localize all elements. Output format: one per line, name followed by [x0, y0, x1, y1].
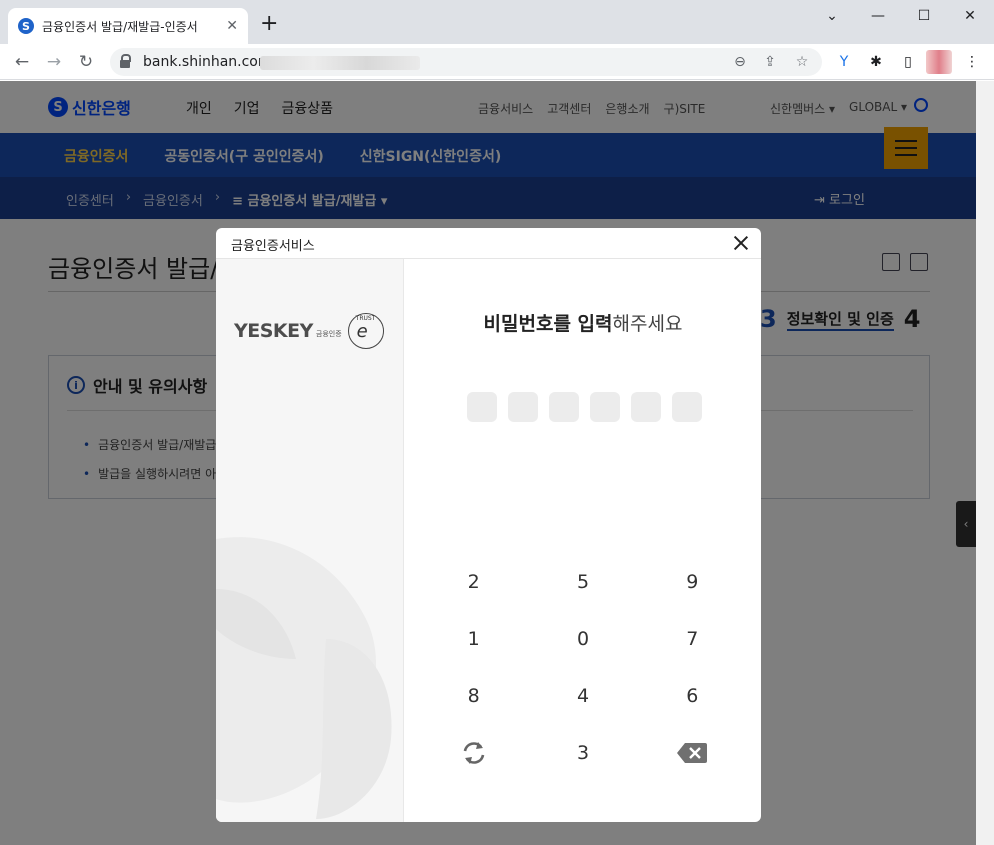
browser-tab[interactable]: S 금융인증서 발급/재발급-인증서 ✕ — [8, 8, 248, 44]
pin-slot — [631, 392, 661, 422]
extension-y-icon[interactable]: Y — [834, 54, 854, 72]
keypad-key[interactable]: 2 — [419, 553, 528, 610]
dialog-title: 금융인증서비스 — [231, 239, 315, 254]
brand-sub: 금융인증 — [315, 330, 342, 338]
new-tab-button[interactable]: + — [260, 12, 278, 36]
share-icon[interactable]: ⇪ — [760, 52, 780, 72]
scrollbar[interactable] — [976, 81, 994, 845]
prompt-bold: 비밀번호를 입력 — [483, 313, 613, 335]
back-button[interactable]: ← — [10, 50, 34, 74]
sidepanel-icon[interactable]: ▯ — [898, 54, 918, 72]
pin-slot — [549, 392, 579, 422]
refresh-icon[interactable] — [419, 724, 528, 781]
menu-icon[interactable]: ⋮ — [962, 54, 982, 72]
trust-esign-icon: TRUST e — [347, 313, 384, 349]
keypad-key[interactable]: 8 — [419, 667, 528, 724]
pin-slot — [467, 392, 497, 422]
reload-button[interactable]: ↻ — [74, 50, 98, 74]
keypad-key[interactable]: 7 — [638, 610, 747, 667]
chevron-down-icon[interactable]: ⌄ — [820, 6, 844, 26]
keypad-key[interactable]: 3 — [528, 724, 637, 781]
keypad-key[interactable]: 9 — [638, 553, 747, 610]
browser-toolbar: ← → ↻ bank.shinhan.com ⊖ ⇪ ☆ Y ✱ ▯ ⋮ — [0, 44, 994, 80]
pin-slot — [672, 392, 702, 422]
lock-icon — [120, 54, 131, 68]
keypad-key[interactable]: 5 — [528, 553, 637, 610]
pin-entry-panel: 비밀번호를 입력해주세요 2 5 9 1 0 7 8 4 6 3 — [405, 259, 761, 822]
prompt-rest: 해주세요 — [612, 313, 683, 335]
dialog-header: 금융인증서비스 — [216, 228, 761, 259]
keypad-key[interactable]: 4 — [528, 667, 637, 724]
password-prompt: 비밀번호를 입력해주세요 — [405, 309, 761, 336]
pin-slot — [508, 392, 538, 422]
browser-titlebar: S 금융인증서 발급/재발급-인증서 ✕ + ⌄ — ☐ ✕ — [0, 0, 994, 44]
tab-title: 금융인증서 발급/재발급-인증서 — [42, 19, 198, 34]
keypad-key[interactable]: 6 — [638, 667, 747, 724]
url-text: bank.shinhan.com — [143, 54, 272, 70]
forward-button[interactable]: → — [42, 50, 66, 74]
profile-avatar[interactable] — [926, 50, 952, 74]
esign-letter: e — [356, 321, 368, 342]
address-bar[interactable]: bank.shinhan.com ⊖ ⇪ ☆ — [110, 48, 822, 76]
secure-keypad: 2 5 9 1 0 7 8 4 6 3 — [419, 553, 747, 781]
keypad-key[interactable]: 1 — [419, 610, 528, 667]
keypad-key[interactable]: 0 — [528, 610, 637, 667]
puzzle-icon[interactable]: ✱ — [866, 54, 886, 72]
minimize-button[interactable]: — — [866, 6, 890, 26]
maximize-button[interactable]: ☐ — [912, 6, 936, 26]
password-dialog: 금융인증서비스 YESKEY 금융인증 TRUST e 비밀번호를 입력해주세요 — [216, 228, 761, 822]
close-icon[interactable] — [730, 232, 752, 254]
backspace-icon[interactable] — [638, 724, 747, 781]
shinhan-favicon-icon: S — [18, 18, 34, 34]
pin-slot — [590, 392, 620, 422]
pin-slots — [467, 392, 702, 422]
star-icon[interactable]: ☆ — [792, 52, 812, 72]
yeskey-logo: YESKEY 금융인증 TRUST e — [234, 313, 384, 349]
url-blurred-path — [260, 56, 420, 70]
zoom-icon[interactable]: ⊖ — [730, 52, 750, 72]
tab-close-icon[interactable]: ✕ — [226, 18, 238, 34]
close-window-button[interactable]: ✕ — [958, 6, 982, 26]
brand-word: YESKEY — [234, 320, 313, 342]
dialog-brand-panel: YESKEY 금융인증 TRUST e — [216, 259, 404, 822]
